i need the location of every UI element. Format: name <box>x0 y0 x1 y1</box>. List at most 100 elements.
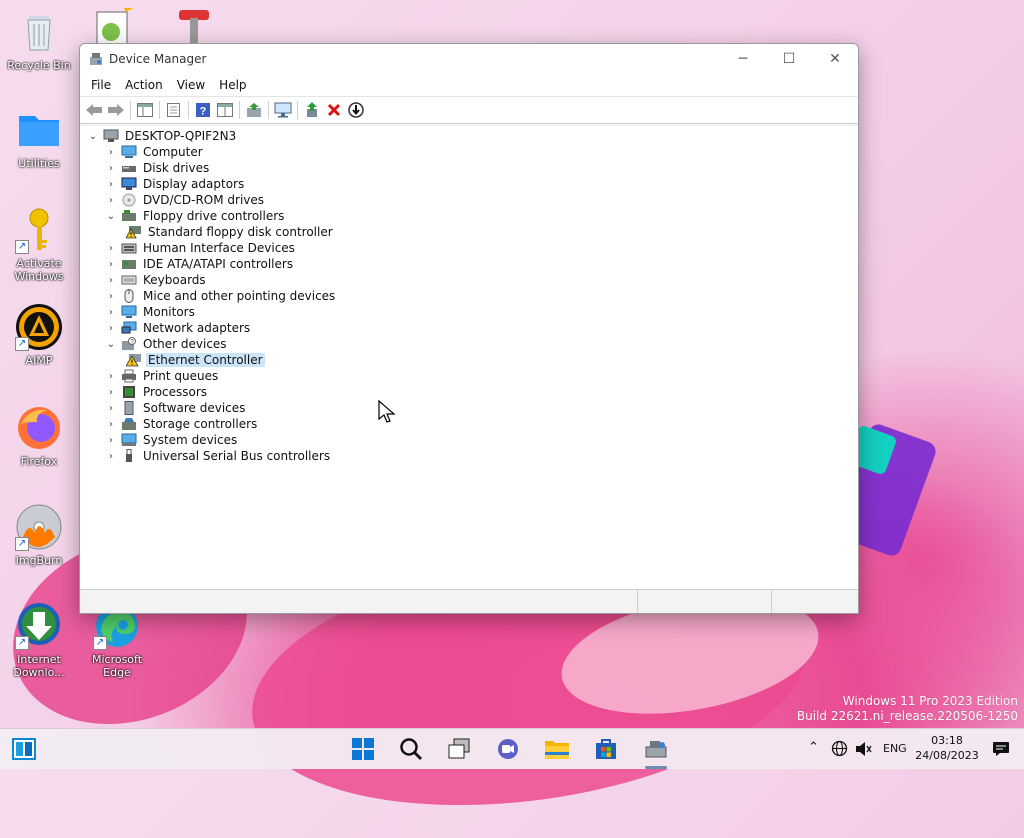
device-manager-window[interactable]: Device Manager ─ ☐ ✕ File Action View He… <box>79 43 859 614</box>
tree-item-standard-floppy-disk-controller[interactable]: Standard floppy disk controller <box>123 224 335 240</box>
chevron-right-icon[interactable]: › <box>104 275 118 286</box>
menu-bar: File Action View Help <box>80 74 858 96</box>
uninstall-icon[interactable] <box>323 99 345 121</box>
tree-item-system-devices[interactable]: › System devices <box>104 432 239 448</box>
chevron-right-icon[interactable]: › <box>104 259 118 270</box>
chat-icon[interactable] <box>493 735 523 763</box>
tree-item-storage-controllers[interactable]: › Storage controllers <box>104 416 259 432</box>
windows-watermark: Windows 11 Pro 2023 Edition Build 22621.… <box>796 694 1018 723</box>
store-icon[interactable] <box>591 735 621 763</box>
notepad-icon[interactable] <box>95 2 139 45</box>
firefox-icon <box>15 404 63 452</box>
start-icon[interactable] <box>348 735 378 763</box>
shortcut-arrow-icon: ↗ <box>15 636 29 650</box>
monitor-icon[interactable] <box>272 99 294 121</box>
chevron-right-icon[interactable]: › <box>104 435 118 446</box>
properties-icon[interactable] <box>163 99 185 121</box>
menu-file[interactable]: File <box>84 78 118 92</box>
chevron-right-icon[interactable]: › <box>104 243 118 254</box>
chevron-right-icon[interactable]: › <box>104 323 118 334</box>
disable-device-icon[interactable] <box>345 99 367 121</box>
tree-item-usb-controllers[interactable]: › Universal Serial Bus controllers <box>104 448 332 464</box>
desktop-icon-recycle-bin[interactable]: Recycle Bin <box>5 8 73 72</box>
chevron-right-icon[interactable]: › <box>104 147 118 158</box>
device-tree[interactable]: ⌄ DESKTOP-QPIF2N3 › Computer › Disk driv… <box>80 125 858 589</box>
toolbar-separator <box>268 101 269 119</box>
desktop-icon-activate-windows[interactable]: ↗ Activate Windows <box>5 206 73 283</box>
tree-item-ethernet-controller[interactable]: Ethernet Controller <box>123 352 265 368</box>
tree-item-computer[interactable]: › Computer <box>104 144 205 160</box>
chevron-right-icon[interactable]: › <box>104 403 118 414</box>
tree-item-other-devices[interactable]: ⌄ ? Other devices <box>104 336 229 352</box>
language-indicator[interactable]: ENG <box>883 742 907 755</box>
toolbar-separator <box>297 101 298 119</box>
task-view-icon[interactable] <box>444 735 474 763</box>
clock[interactable]: 03:18 24/08/2023 <box>905 733 989 763</box>
title-bar[interactable]: Device Manager ─ ☐ ✕ <box>80 44 858 74</box>
globe-icon[interactable] <box>831 740 848 760</box>
chevron-right-icon[interactable]: › <box>104 291 118 302</box>
view-icon[interactable] <box>214 99 236 121</box>
notification-icon[interactable] <box>992 741 1010 760</box>
tree-item-print-queues[interactable]: › Print queues <box>104 368 220 384</box>
minimize-button[interactable]: ─ <box>720 44 766 74</box>
chevron-right-icon[interactable]: › <box>104 195 118 206</box>
tree-item-processors[interactable]: › Processors <box>104 384 209 400</box>
close-button[interactable]: ✕ <box>812 44 858 74</box>
warning-device-icon <box>126 225 142 239</box>
software-device-icon <box>121 401 137 415</box>
shortcut-arrow-icon: ↗ <box>15 537 29 551</box>
shortcut-arrow-icon: ↗ <box>15 240 29 254</box>
tree-item-display-adaptors[interactable]: › Display adaptors <box>104 176 246 192</box>
desktop-icon-utilities[interactable]: Utilities <box>5 106 73 170</box>
chevron-right-icon[interactable]: › <box>104 451 118 462</box>
chevron-right-icon[interactable]: › <box>104 307 118 318</box>
chevron-right-icon[interactable]: › <box>104 387 118 398</box>
search-icon[interactable] <box>396 735 426 763</box>
desktop-icon-internet-download-manager[interactable]: ↗ Internet Downlo... <box>5 602 73 679</box>
menu-action[interactable]: Action <box>118 78 170 92</box>
tree-item-disk-drives[interactable]: › Disk drives <box>104 160 211 176</box>
maximize-button[interactable]: ☐ <box>766 44 812 74</box>
update-driver-icon[interactable] <box>301 99 323 121</box>
chevron-down-icon[interactable]: ⌄ <box>104 211 118 222</box>
tree-item-floppy-drive-controllers[interactable]: ⌄ Floppy drive controllers <box>104 208 286 224</box>
shortcut-arrow-icon: ↗ <box>15 337 29 351</box>
chevron-up-icon[interactable]: ⌃ <box>808 740 819 755</box>
chevron-right-icon[interactable]: › <box>104 179 118 190</box>
joystick-icon[interactable] <box>175 8 215 44</box>
status-bar <box>80 589 858 613</box>
show-hide-console-tree-icon[interactable] <box>134 99 156 121</box>
tree-item-keyboards[interactable]: › Keyboards <box>104 272 208 288</box>
tree-item-dvd-cd-rom-drives[interactable]: › DVD/CD-ROM drives <box>104 192 266 208</box>
desktop-icon-firefox[interactable]: Firefox <box>5 404 73 468</box>
chevron-right-icon[interactable]: › <box>104 371 118 382</box>
chevron-right-icon[interactable]: › <box>104 419 118 430</box>
chevron-down-icon[interactable]: ⌄ <box>86 131 100 142</box>
chevron-right-icon[interactable]: › <box>104 163 118 174</box>
toolbar-separator <box>239 101 240 119</box>
menu-help[interactable]: Help <box>212 78 253 92</box>
tree-item-software-devices[interactable]: › Software devices <box>104 400 247 416</box>
forward-arrow-icon[interactable] <box>105 99 127 121</box>
tree-item-monitors[interactable]: › Monitors <box>104 304 197 320</box>
window-title: Device Manager <box>109 52 207 66</box>
tree-item-ide-ata-atapi-controllers[interactable]: › IDE ATA/ATAPI controllers <box>104 256 295 272</box>
desktop-icon-imgburn[interactable]: ↗ ImgBurn <box>5 503 73 567</box>
menu-view[interactable]: View <box>170 78 212 92</box>
tree-item-mice[interactable]: › Mice and other pointing devices <box>104 288 337 304</box>
widgets-icon[interactable] <box>9 735 39 763</box>
chevron-down-icon[interactable]: ⌄ <box>104 339 118 350</box>
file-explorer-icon[interactable] <box>542 735 572 763</box>
tree-item-human-interface-devices[interactable]: › Human Interface Devices <box>104 240 297 256</box>
desktop-icon-aimp[interactable]: ↗ AIMP <box>5 303 73 367</box>
volume-muted-icon[interactable] <box>855 741 872 760</box>
help-icon[interactable]: ? <box>192 99 214 121</box>
tree-item-network-adapters[interactable]: › Network adapters <box>104 320 252 336</box>
device-manager-taskbar-icon[interactable] <box>641 735 671 763</box>
imgburn-icon: ↗ <box>15 503 63 551</box>
tree-root[interactable]: ⌄ DESKTOP-QPIF2N3 <box>86 128 238 144</box>
back-arrow-icon[interactable] <box>83 99 105 121</box>
scan-hardware-icon[interactable] <box>243 99 265 121</box>
monitor-device-icon <box>121 305 137 319</box>
